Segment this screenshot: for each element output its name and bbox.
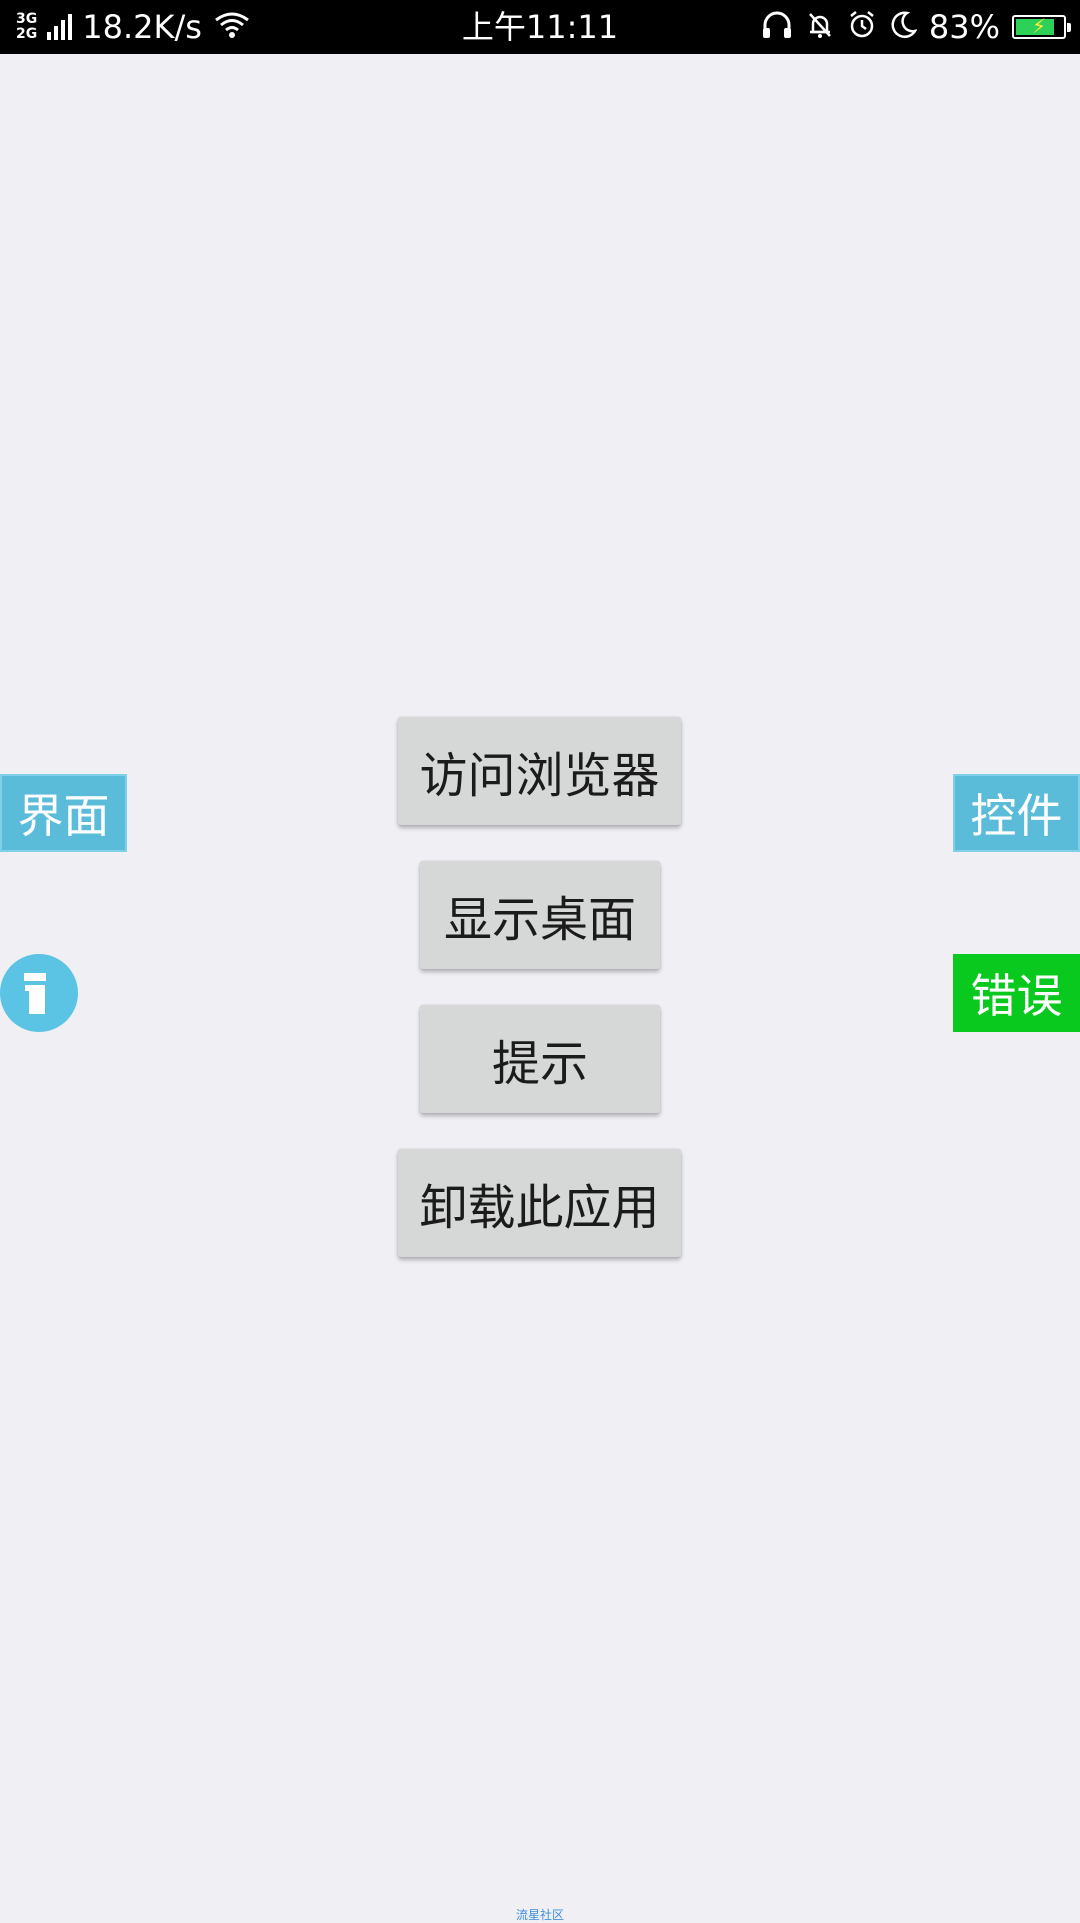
bell-muted-icon (805, 10, 835, 44)
charging-bolt-icon: ⚡ (1031, 14, 1047, 38)
headphones-icon (761, 10, 793, 44)
status-right: 83% ⚡ (761, 0, 1071, 54)
uninstall-button[interactable]: 卸载此应用 (398, 1149, 681, 1257)
battery-percent: 83% (928, 8, 1000, 46)
tab-interface[interactable]: 界面 (0, 774, 127, 852)
info-icon[interactable] (0, 954, 78, 1032)
alarm-icon (847, 10, 877, 44)
tab-error[interactable]: 错误 (953, 954, 1080, 1032)
footer-link[interactable]: 流星社区 (0, 1906, 1080, 1923)
moon-icon (889, 10, 918, 44)
status-bar: 3G 2G 18.2K/s 上午11:11 83% ⚡ (0, 0, 1080, 54)
visit-browser-button[interactable]: 访问浏览器 (398, 717, 681, 825)
hint-button[interactable]: 提示 (420, 1005, 660, 1113)
tab-controls[interactable]: 控件 (953, 774, 1080, 852)
show-desktop-button[interactable]: 显示桌面 (420, 861, 660, 969)
battery-icon: ⚡ (1012, 14, 1071, 39)
